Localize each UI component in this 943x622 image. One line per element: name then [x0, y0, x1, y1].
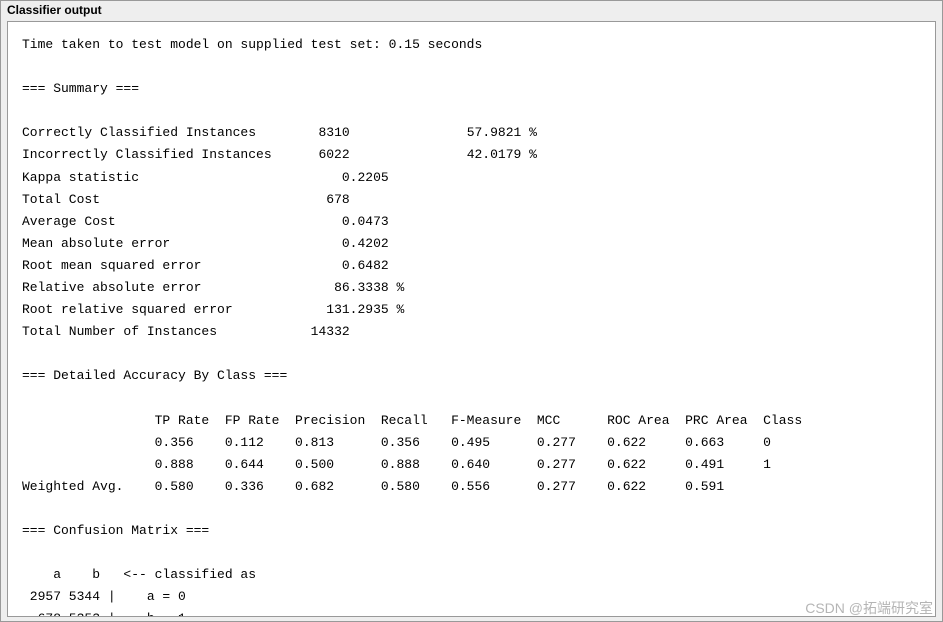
accuracy-weighted-avg: Weighted Avg. 0.580 0.336 0.682 0.580 0.…	[22, 479, 763, 494]
incorrect-count: 6022	[318, 147, 349, 162]
total-cost-val: 678	[326, 192, 349, 207]
kappa-label: Kappa statistic	[22, 170, 139, 185]
classifier-output-panel: Classifier output Time taken to test mod…	[0, 0, 943, 622]
correct-label: Correctly Classified Instances	[22, 125, 256, 140]
accuracy-columns: TP Rate FP Rate Precision Recall F-Measu…	[22, 413, 802, 428]
classifier-output-text: Time taken to test model on supplied tes…	[7, 21, 936, 617]
panel-title: Classifier output	[1, 1, 942, 19]
confusion-row-0: 2957 5344 | a = 0	[22, 589, 186, 604]
confusion-row-1: 678 5353 | b = 1	[22, 611, 186, 617]
time-taken-line: Time taken to test model on supplied tes…	[22, 37, 482, 52]
rae-val: 86.3338 %	[334, 280, 404, 295]
correct-count: 8310	[318, 125, 349, 140]
incorrect-label: Incorrectly Classified Instances	[22, 147, 272, 162]
incorrect-pct: 42.0179 %	[467, 147, 537, 162]
kappa-val: 0.2205	[342, 170, 389, 185]
rmse-label: Root mean squared error	[22, 258, 201, 273]
correct-pct: 57.9821 %	[467, 125, 537, 140]
rmse-val: 0.6482	[342, 258, 389, 273]
rrse-val: 131.2935 %	[326, 302, 404, 317]
confusion-header: === Confusion Matrix ===	[22, 523, 209, 538]
total-cost-label: Total Cost	[22, 192, 100, 207]
accuracy-row-1: 0.888 0.644 0.500 0.888 0.640 0.277 0.62…	[22, 457, 771, 472]
accuracy-row-0: 0.356 0.112 0.813 0.356 0.495 0.277 0.62…	[22, 435, 771, 450]
total-inst-label: Total Number of Instances	[22, 324, 217, 339]
rrse-label: Root relative squared error	[22, 302, 233, 317]
summary-header: === Summary ===	[22, 81, 139, 96]
rae-label: Relative absolute error	[22, 280, 201, 295]
accuracy-header: === Detailed Accuracy By Class ===	[22, 368, 287, 383]
total-inst-val: 14332	[311, 324, 350, 339]
mae-label: Mean absolute error	[22, 236, 170, 251]
avg-cost-label: Average Cost	[22, 214, 116, 229]
mae-val: 0.4202	[342, 236, 389, 251]
confusion-columns: a b <-- classified as	[22, 567, 256, 582]
avg-cost-val: 0.0473	[342, 214, 389, 229]
